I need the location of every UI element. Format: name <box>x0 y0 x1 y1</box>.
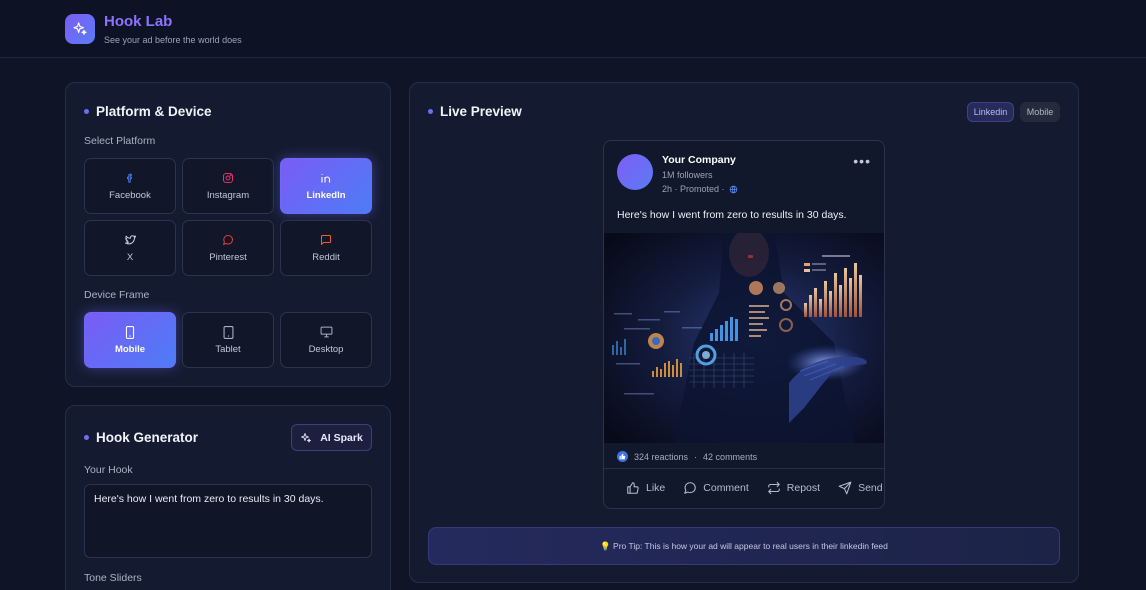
app-tagline: See your ad before the world does <box>104 35 242 45</box>
sparkle-icon <box>300 432 312 444</box>
platform-linkedin-label: LinkedIn <box>306 190 346 201</box>
more-options-icon[interactable]: ••• <box>853 153 871 169</box>
tablet-icon <box>223 325 234 339</box>
post-stats: 324 reactions · 42 comments <box>617 451 757 462</box>
globe-icon <box>729 185 738 194</box>
card-divider <box>604 468 884 469</box>
mobile-icon <box>125 325 135 339</box>
like-button[interactable]: Like <box>626 481 665 495</box>
tone-sliders-label: Tone Sliders <box>84 572 142 584</box>
post-actions: Like Comment Repost Send <box>626 481 884 495</box>
comments-count[interactable]: 42 comments <box>703 452 757 462</box>
platform-x[interactable]: X <box>84 220 176 276</box>
comment-button[interactable]: Comment <box>683 481 749 495</box>
reddit-icon <box>320 233 332 247</box>
company-name[interactable]: Your Company <box>662 154 736 166</box>
linkedin-post-card: Your Company 1M followers 2h · Promoted … <box>603 140 885 509</box>
platform-instagram[interactable]: Instagram <box>182 158 274 214</box>
send-label: Send <box>858 482 883 494</box>
reactions-count[interactable]: 324 reactions <box>634 452 688 462</box>
like-reaction-icon <box>617 451 628 462</box>
platform-pinterest-label: Pinterest <box>209 252 247 263</box>
facebook-icon <box>125 171 135 185</box>
platform-device-title: Platform & Device <box>84 104 212 119</box>
platform-linkedin[interactable]: LinkedIn <box>280 158 372 214</box>
pinterest-icon <box>222 233 234 247</box>
twitter-icon <box>124 233 137 247</box>
post-text: Here's how I went from zero to results i… <box>617 209 847 221</box>
device-tablet-label: Tablet <box>215 344 241 355</box>
device-badge: Mobile <box>1020 102 1060 122</box>
your-hook-label: Your Hook <box>84 464 133 476</box>
device-mobile[interactable]: Mobile <box>84 312 176 368</box>
platform-reddit[interactable]: Reddit <box>280 220 372 276</box>
top-bar: Hook Lab See your ad before the world do… <box>0 0 1146 58</box>
device-desktop-label: Desktop <box>308 344 344 355</box>
live-preview-title: Live Preview <box>428 104 522 119</box>
platform-instagram-label: Instagram <box>206 190 250 201</box>
instagram-icon <box>222 171 234 185</box>
device-mobile-label: Mobile <box>114 344 146 355</box>
platform-facebook[interactable]: Facebook <box>84 158 176 214</box>
comment-icon <box>684 482 697 494</box>
platform-reddit-label: Reddit <box>312 252 340 263</box>
linkedin-icon <box>320 171 333 185</box>
repost-button[interactable]: Repost <box>767 481 820 495</box>
hook-generator-title-text: Hook Generator <box>96 430 199 445</box>
repost-icon <box>768 481 780 495</box>
app-title: Hook Lab <box>104 13 173 30</box>
title-dot-icon <box>84 109 89 114</box>
title-dot-icon <box>428 109 433 114</box>
stats-separator: · <box>694 451 698 462</box>
like-label: Like <box>646 482 666 494</box>
desktop-icon <box>320 325 333 339</box>
platform-pinterest[interactable]: Pinterest <box>182 220 274 276</box>
ai-spark-label: AI Spark <box>320 431 363 444</box>
pro-tip-banner: 💡 Pro Tip: This is how your ad will appe… <box>428 527 1060 565</box>
platform-x-label: X <box>126 252 134 263</box>
platform-device-title-text: Platform & Device <box>96 104 212 119</box>
live-preview-title-text: Live Preview <box>440 104 522 119</box>
sparkle-logo-icon <box>65 14 95 44</box>
title-dot-icon <box>84 435 89 440</box>
platform-badge: Linkedin <box>967 102 1014 122</box>
comment-label: Comment <box>703 482 749 494</box>
hook-textarea[interactable]: Here's how I went from zero to results i… <box>84 484 372 558</box>
platform-facebook-label: Facebook <box>109 190 151 201</box>
send-icon <box>838 481 852 495</box>
hook-generator-title: Hook Generator <box>84 430 198 445</box>
post-meta: 2h · Promoted · <box>662 184 738 194</box>
device-tablet[interactable]: Tablet <box>182 312 274 368</box>
followers-count: 1M followers <box>662 170 713 180</box>
post-meta-text: 2h · Promoted · <box>662 184 725 194</box>
send-button[interactable]: Send <box>838 481 883 495</box>
device-desktop[interactable]: Desktop <box>280 312 372 368</box>
avatar <box>617 154 653 190</box>
device-frame-label: Device Frame <box>84 289 150 301</box>
post-image <box>604 233 884 443</box>
ai-spark-button[interactable]: AI Spark <box>291 424 372 451</box>
select-platform-label: Select Platform <box>84 135 156 147</box>
thumbs-up-icon <box>627 482 639 494</box>
repost-label: Repost <box>786 482 821 494</box>
